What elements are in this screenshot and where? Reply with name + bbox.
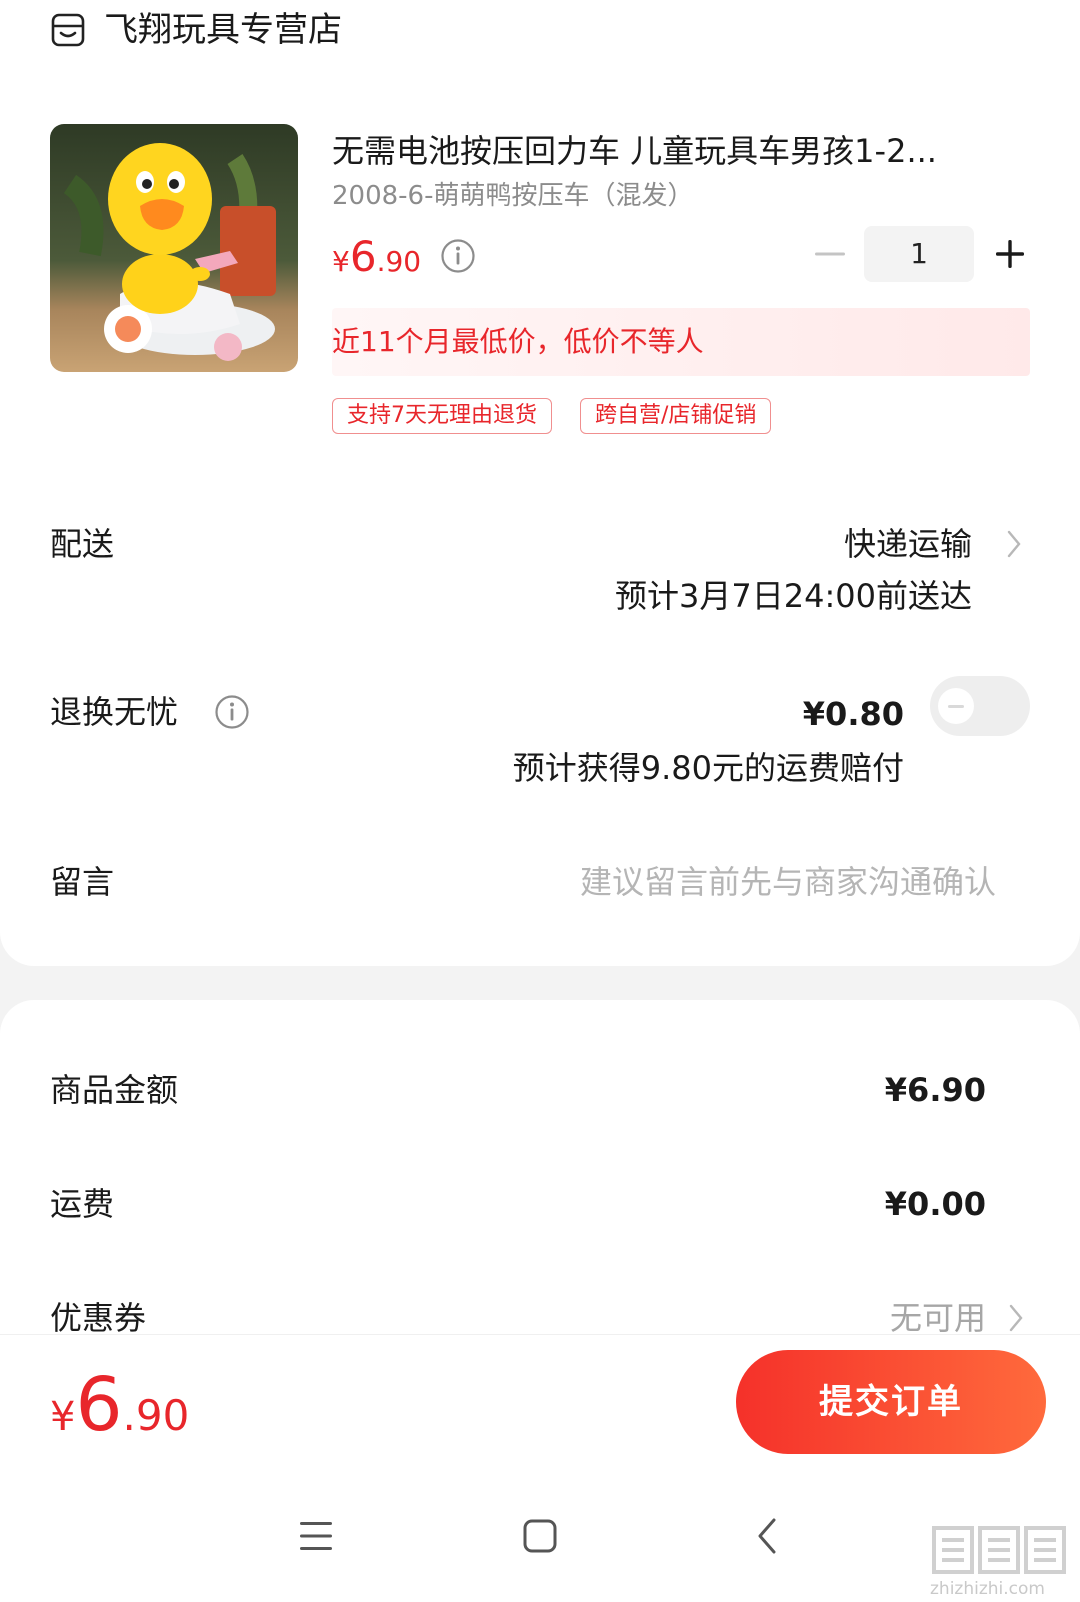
- submit-order-button[interactable]: 提交订单: [736, 1350, 1046, 1454]
- tag-return-policy: 支持7天无理由退货: [332, 398, 552, 434]
- price-decimal: .90: [376, 245, 422, 278]
- chevron-right-icon[interactable]: [1004, 528, 1024, 560]
- order-summary-card: [0, 1000, 1080, 1340]
- toggle-knob: [938, 688, 974, 724]
- delivery-label: 配送: [50, 525, 115, 563]
- coupon-chevron-icon[interactable]: [1006, 1302, 1026, 1334]
- product-price: ¥6.90: [332, 232, 421, 291]
- product-spec[interactable]: 2008-6-萌萌鸭按压车（混发）: [332, 178, 693, 214]
- shipping-label: 运费: [50, 1185, 115, 1223]
- message-label: 留言: [50, 863, 115, 901]
- tag-promotion[interactable]: 跨自营/店铺促销: [580, 398, 772, 434]
- goods-amount-label: 商品金额: [50, 1071, 179, 1109]
- return-insurance-info-icon[interactable]: [214, 694, 250, 730]
- quantity-decrease-button[interactable]: [812, 236, 848, 272]
- return-insurance-note: 预计获得9.80元的运费赔付: [512, 749, 904, 787]
- total-currency: ¥: [50, 1394, 76, 1440]
- message-input[interactable]: 建议留言前先与商家沟通确认: [580, 860, 996, 904]
- goods-amount-value: ¥6.90: [884, 1071, 986, 1109]
- back-icon[interactable]: [748, 1516, 788, 1556]
- shipping-value: ¥0.00: [884, 1185, 986, 1223]
- lowest-price-text: 近11个月最低价，低价不等人: [332, 325, 704, 358]
- price-info-icon[interactable]: [440, 238, 476, 274]
- product-title[interactable]: 无需电池按压回力车 儿童玩具车男孩1-2...: [332, 128, 1022, 174]
- menu-icon[interactable]: [296, 1516, 336, 1556]
- home-icon[interactable]: [520, 1516, 560, 1556]
- return-insurance-price: ¥0.80: [802, 695, 904, 733]
- total-price: ¥6.90: [50, 1360, 189, 1470]
- store-icon: [51, 13, 85, 47]
- quantity-input[interactable]: 1: [864, 226, 974, 282]
- return-insurance-label: 退换无忧: [50, 693, 179, 731]
- total-decimal: .90: [122, 1391, 190, 1440]
- total-integer: 6: [75, 1362, 123, 1448]
- price-currency: ¥: [332, 245, 350, 278]
- watermark-text: zhizhizhi.com: [930, 1579, 1045, 1599]
- price-integer: 6: [349, 232, 377, 281]
- delivery-estimate: 预计3月7日24:00前送达: [615, 577, 972, 615]
- product-thumbnail[interactable]: [50, 124, 298, 372]
- delivery-method[interactable]: 快递运输: [844, 522, 972, 566]
- quantity-increase-button[interactable]: [992, 236, 1028, 272]
- store-name[interactable]: 飞翔玩具专营店: [104, 6, 342, 54]
- watermark-logo: [932, 1526, 1066, 1574]
